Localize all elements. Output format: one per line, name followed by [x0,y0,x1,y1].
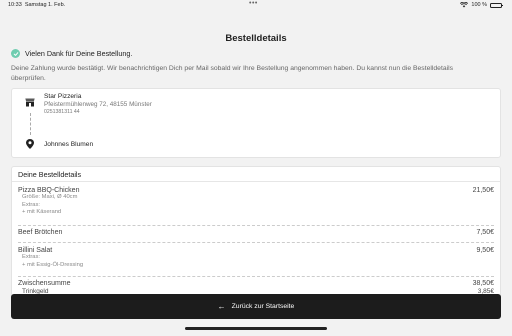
order-item: Billini Salat 9,50€ Extras: + mit Essig-… [18,247,494,269]
confirmation-text: Vielen Dank für Deine Bestellung. [25,49,133,58]
item-price: 9,50€ [476,247,494,254]
route-line [29,113,31,135]
restaurant-name: Star Pizzeria [44,93,82,100]
confirmation-banner: Vielen Dank für Deine Bestellung. [11,49,132,58]
item-extras-label: Extras: [22,201,41,208]
store-icon [25,97,35,107]
item-extras-label: Extras: [22,254,41,260]
customer-name: Johnnes Blumen [44,141,94,148]
item-size: Größe: Maxi, Ø 40cm [22,194,78,200]
order-details-title: Deine Bestelldetails [18,170,82,179]
back-to-home-label: Zurück zur Startseite [231,303,295,310]
subtotal-label: Zwischensumme [18,280,71,287]
item-extra: + mit Käserand [22,209,62,215]
arrow-left-icon: ← [217,301,226,311]
item-divider [18,276,494,277]
address-card: Star Pizzeria Pfeistermühlenweg 72, 4815… [11,88,501,158]
back-to-home-button[interactable]: ← Zurück zur Startseite [11,294,501,319]
battery-percentage: 100 % [471,2,487,8]
restaurant-address: Pfeistermühlenweg 72, 48155 Münster [44,101,152,108]
item-divider [18,225,494,226]
page-title: Bestelldetails [225,33,287,44]
order-item: Pizza BBQ-Chicken 21,50€ Größe: Maxi, Ø … [18,187,494,217]
restaurant-phone[interactable]: 0251381311 44 [44,109,80,115]
item-extra: + mit Essig-Öl-Dressing [22,261,84,268]
location-pin-icon [25,139,35,149]
check-icon [11,49,20,58]
item-name: Billini Salat [18,247,53,254]
item-divider [18,242,494,243]
multitasking-dots[interactable]: ••• [249,0,258,7]
order-details-card: Deine Bestelldetails Pizza BBQ-Chicken 2… [11,166,501,306]
subtotal-value: 38,50€ [472,280,494,287]
wifi-icon [460,2,469,8]
payment-info-text: Deine Zahlung wurde bestätigt. Wir benac… [11,65,454,82]
item-name: Beef Brötchen [18,229,63,236]
battery-icon [490,2,503,8]
divider [12,181,500,182]
status-right: 100 % [460,2,503,8]
home-indicator[interactable] [185,327,327,330]
status-bar: 10:33 Samstag 1. Feb. ••• 100 % [0,0,512,11]
item-name: Pizza BBQ-Chicken [18,187,80,194]
status-time: 10:33 Samstag 1. Feb. [8,2,66,8]
subtotal-row: Zwischensumme 38,50€ [18,280,494,287]
order-item: Beef Brötchen 7,50€ [18,229,494,236]
item-price: 7,50€ [476,229,494,236]
item-price: 21,50€ [472,187,494,194]
